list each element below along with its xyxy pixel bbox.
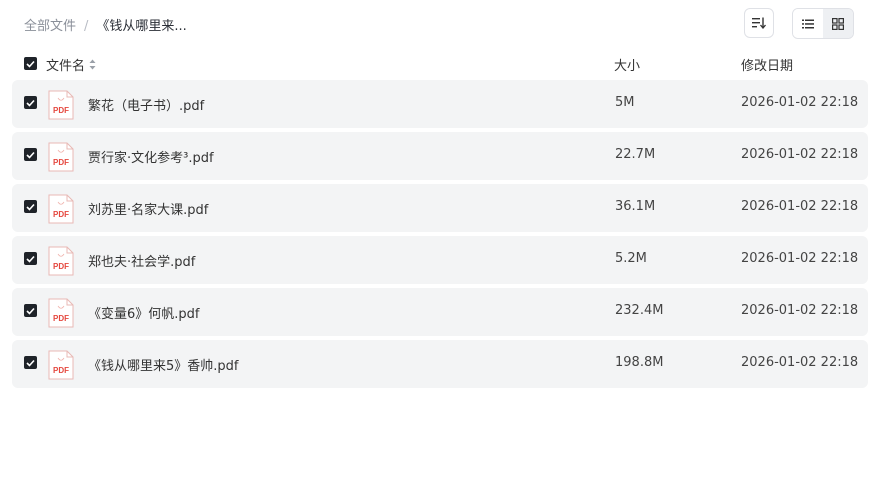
table-row[interactable]: PDF 《变量6》何帆.pdf 232.4M 2026-01-02 22:18 [12, 288, 868, 336]
pdf-file-icon-label: PDF [53, 262, 69, 271]
file-modified-date: 2026-01-02 22:18 [741, 355, 859, 370]
row-checkbox[interactable] [24, 148, 37, 161]
table-row[interactable]: PDF 繁花（电子书）.pdf 5M 2026-01-02 22:18 [12, 80, 868, 128]
row-checkbox[interactable] [24, 356, 37, 369]
pdf-file-icon-label: PDF [53, 158, 69, 167]
file-modified-date: 2026-01-02 22:18 [741, 251, 859, 266]
table-row[interactable]: PDF 刘苏里·名家大课.pdf 36.1M 2026-01-02 22:18 [12, 184, 868, 232]
row-checkbox[interactable] [24, 304, 37, 317]
checkmark-icon [26, 60, 35, 68]
list-view-icon [802, 19, 814, 28]
breadcrumb-current: 《钱从哪里来... [96, 19, 187, 34]
table-row[interactable]: PDF 贾行家·文化参考³.pdf 22.7M 2026-01-02 22:18 [12, 132, 868, 180]
table-header: 文件名 大小 修改日期 [12, 52, 868, 76]
sort-button[interactable] [744, 8, 774, 38]
file-name[interactable]: 《变量6》何帆.pdf [88, 303, 199, 322]
file-modified-date: 2026-01-02 22:18 [741, 147, 859, 162]
file-size: 198.8M [615, 355, 664, 370]
select-all-checkbox[interactable] [24, 57, 37, 70]
column-header-date[interactable]: 修改日期 [741, 55, 793, 74]
file-modified-date: 2026-01-02 22:18 [741, 95, 859, 110]
table-row[interactable]: PDF 《钱从哪里来5》香帅.pdf 198.8M 2026-01-02 22:18 [12, 340, 868, 388]
pdf-file-icon: PDF [48, 142, 74, 172]
file-name[interactable]: 《钱从哪里来5》香帅.pdf [88, 355, 238, 374]
checkmark-icon [26, 359, 35, 367]
column-header-name[interactable]: 文件名 [46, 55, 96, 74]
list-view-button[interactable] [793, 9, 823, 38]
file-list: PDF 繁花（电子书）.pdf 5M 2026-01-02 22:18 PDF 贾行家·文… [12, 80, 868, 392]
pdf-file-icon: PDF [48, 194, 74, 224]
file-size: 232.4M [615, 303, 664, 318]
row-checkbox[interactable] [24, 252, 37, 265]
row-checkbox[interactable] [24, 96, 37, 109]
file-size: 5M [615, 95, 635, 110]
grid-view-icon [832, 17, 844, 30]
view-toggle [792, 8, 854, 39]
column-header-name-label: 文件名 [46, 59, 86, 74]
checkmark-icon [26, 151, 35, 159]
breadcrumb-separator: / [84, 19, 89, 34]
pdf-file-icon-label: PDF [53, 366, 69, 375]
checkmark-icon [26, 255, 35, 263]
pdf-file-icon: PDF [48, 90, 74, 120]
checkmark-icon [26, 99, 35, 107]
row-checkbox[interactable] [24, 200, 37, 213]
file-name[interactable]: 繁花（电子书）.pdf [88, 95, 204, 114]
checkmark-icon [26, 307, 35, 315]
checkmark-icon [26, 203, 35, 211]
file-name[interactable]: 刘苏里·名家大课.pdf [88, 199, 208, 218]
breadcrumb: 全部文件 / 《钱从哪里来... [24, 15, 187, 34]
column-header-size[interactable]: 大小 [614, 55, 640, 74]
file-modified-date: 2026-01-02 22:18 [741, 199, 859, 214]
top-bar: 全部文件 / 《钱从哪里来... [0, 0, 878, 48]
table-row[interactable]: PDF 郑也夫·社会学.pdf 5.2M 2026-01-02 22:18 [12, 236, 868, 284]
file-size: 5.2M [615, 251, 647, 266]
file-modified-date: 2026-01-02 22:18 [741, 303, 859, 318]
pdf-file-icon-label: PDF [53, 314, 69, 323]
pdf-file-icon: PDF [48, 350, 74, 380]
sort-caret-icon [89, 59, 96, 70]
file-name[interactable]: 贾行家·文化参考³.pdf [88, 147, 214, 166]
breadcrumb-root[interactable]: 全部文件 [24, 19, 76, 34]
file-size: 22.7M [615, 147, 656, 162]
grid-view-button[interactable] [823, 9, 853, 38]
pdf-file-icon-label: PDF [53, 106, 69, 115]
sort-icon [752, 17, 766, 29]
pdf-file-icon: PDF [48, 298, 74, 328]
pdf-file-icon-label: PDF [53, 210, 69, 219]
file-size: 36.1M [615, 199, 656, 214]
pdf-file-icon: PDF [48, 246, 74, 276]
file-name[interactable]: 郑也夫·社会学.pdf [88, 251, 195, 270]
